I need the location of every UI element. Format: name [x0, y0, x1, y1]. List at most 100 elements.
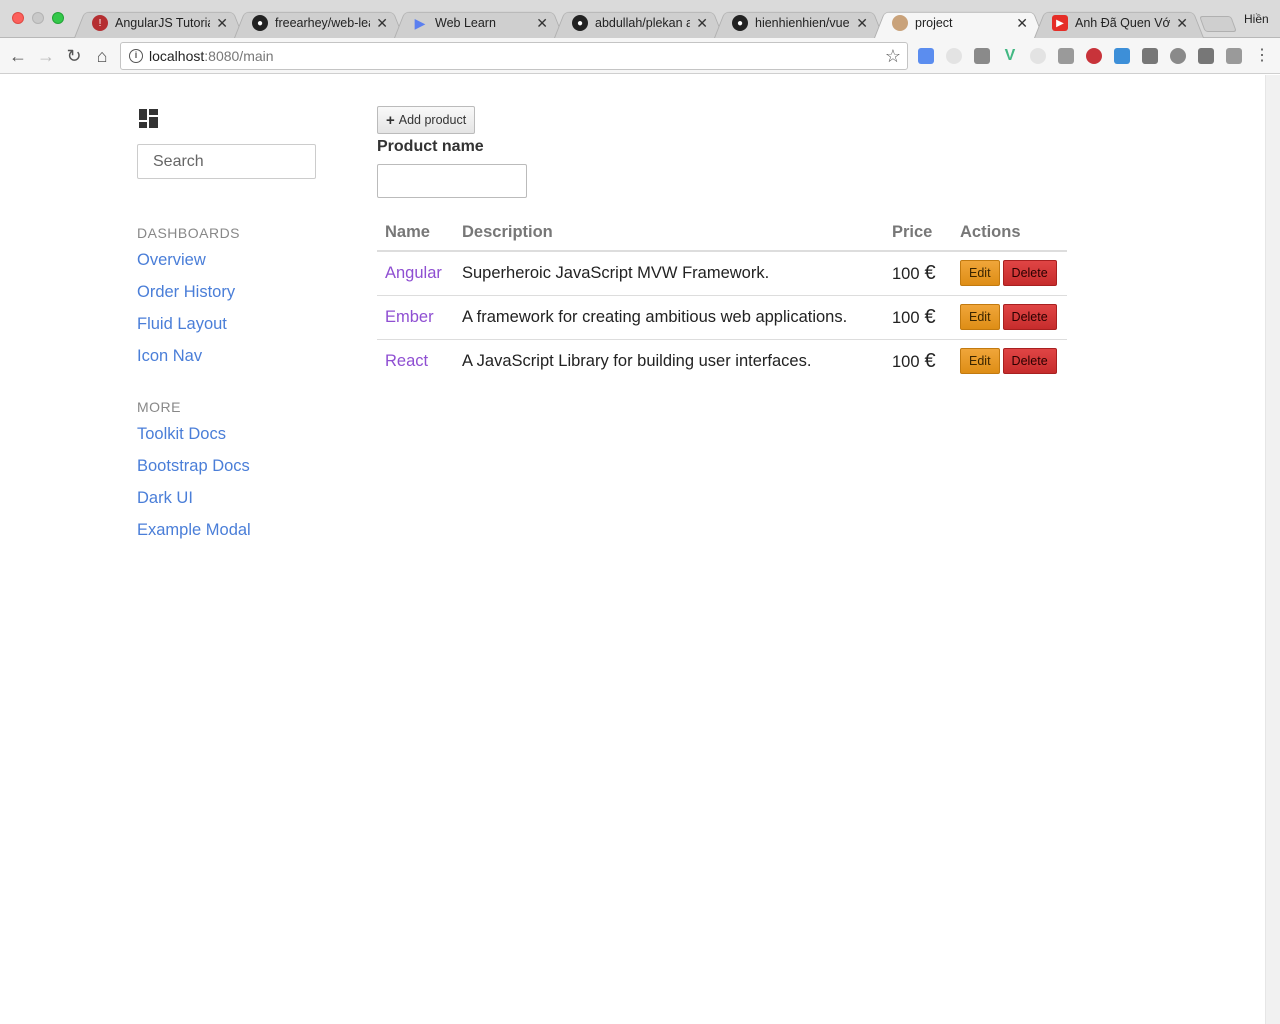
- react-devtools-icon[interactable]: [1030, 48, 1046, 64]
- product-actions: Edit Delete: [952, 339, 1067, 383]
- product-name-cell: Ember: [377, 295, 454, 340]
- bookmark-star-icon[interactable]: ☆: [885, 46, 901, 67]
- close-icon[interactable]: ✕: [216, 15, 228, 32]
- nav-link-dark-ui[interactable]: Dark UI: [137, 489, 193, 508]
- product-name-cell: Angular: [377, 251, 454, 296]
- extension-icon[interactable]: [974, 48, 990, 64]
- menu-icon[interactable]: ⋮: [1252, 46, 1272, 66]
- extension-icon[interactable]: [1142, 48, 1158, 64]
- browser-tab-bar: ! AngularJS Tutorial ✕ ● freearhey/web-l…: [0, 0, 1280, 38]
- window-minimize-button[interactable]: [32, 12, 44, 24]
- add-product-button[interactable]: + Add product: [377, 106, 476, 134]
- github-icon: ●: [252, 15, 268, 31]
- close-icon[interactable]: ✕: [1176, 15, 1188, 32]
- browser-toolbar: ← → ↻ ⌂ i localhost :8080/main ☆ V ⋮: [0, 38, 1280, 74]
- product-price-cell: 100 €: [884, 251, 952, 296]
- edit-button[interactable]: Edit: [960, 348, 1000, 375]
- translate-extension-icon[interactable]: [918, 48, 934, 64]
- tab-title: freearhey/web-lea: [275, 16, 371, 30]
- add-product-label: Add product: [398, 113, 467, 127]
- forward-icon[interactable]: →: [36, 46, 56, 66]
- browser-tab[interactable]: ● abdullah/plekan at ✕: [560, 8, 718, 38]
- delete-button[interactable]: Delete: [1002, 348, 1057, 375]
- nav-link-icon-nav[interactable]: Icon Nav: [137, 347, 202, 366]
- close-icon[interactable]: ✕: [856, 15, 868, 32]
- table-header-row: Name Description Price Actions: [377, 219, 1067, 252]
- extension-icon[interactable]: [1170, 48, 1186, 64]
- product-actions: Edit Delete: [952, 251, 1067, 296]
- delete-button[interactable]: Delete: [1002, 304, 1057, 330]
- edit-button[interactable]: Edit: [960, 304, 1000, 330]
- browser-tab[interactable]: ● hienhienhien/vue-c ✕: [720, 8, 878, 38]
- vue-devtools-icon[interactable]: V: [1002, 48, 1018, 64]
- table-row: React A JavaScript Library for building …: [377, 339, 1067, 383]
- nav-header-dashboards: DASHBOARDS: [137, 225, 241, 241]
- new-tab-button[interactable]: [1199, 16, 1237, 32]
- tab-title: project: [915, 16, 953, 30]
- extension-icon[interactable]: [1226, 48, 1242, 64]
- column-header-name: Name: [377, 219, 454, 252]
- angular-icon: !: [92, 15, 108, 31]
- github-icon: ●: [572, 15, 588, 31]
- table-row: Ember A framework for creating ambitious…: [377, 295, 1067, 340]
- delete-button[interactable]: Delete: [1002, 260, 1057, 287]
- product-description: A framework for creating ambitious web a…: [454, 295, 884, 340]
- tab-title: abdullah/plekan at: [595, 16, 691, 30]
- angular-extension-icon[interactable]: [1086, 48, 1102, 64]
- dashboard-logo-icon[interactable]: [139, 109, 158, 128]
- extension-icon[interactable]: [1198, 48, 1214, 64]
- products-table: Name Description Price Actions Angular S…: [377, 219, 1067, 383]
- close-icon[interactable]: ✕: [536, 15, 548, 32]
- extension-icon[interactable]: [1114, 48, 1130, 64]
- product-link[interactable]: Angular: [385, 264, 442, 282]
- product-actions: Edit Delete: [952, 295, 1067, 340]
- product-price-cell: 100 €: [884, 295, 952, 340]
- nav-link-toolkit-docs[interactable]: Toolkit Docs: [137, 425, 226, 444]
- address-bar[interactable]: i localhost :8080/main ☆: [120, 42, 908, 70]
- tab-title: Anh Đã Quen Với C: [1075, 16, 1171, 30]
- extension-icon[interactable]: [1058, 48, 1074, 64]
- extension-icon[interactable]: [946, 48, 962, 64]
- nav-link-fluid-layout[interactable]: Fluid Layout: [137, 315, 227, 334]
- close-icon[interactable]: ✕: [696, 15, 708, 32]
- column-header-actions: Actions: [952, 219, 1067, 252]
- browser-tab[interactable]: ▶ Web Learn ✕: [400, 8, 558, 38]
- browser-tab[interactable]: ● freearhey/web-lea ✕: [240, 8, 398, 38]
- nav-header-more: MORE: [137, 399, 181, 415]
- nav-link-example-modal[interactable]: Example Modal: [137, 521, 251, 540]
- page-scrollbar[interactable]: [1265, 75, 1280, 1024]
- back-icon[interactable]: ←: [8, 46, 28, 66]
- nav-link-bootstrap-docs[interactable]: Bootstrap Docs: [137, 457, 250, 476]
- product-price: 100: [892, 352, 920, 371]
- browser-tab[interactable]: ! AngularJS Tutorial ✕: [80, 8, 238, 38]
- window-maximize-button[interactable]: [52, 12, 64, 24]
- info-icon[interactable]: i: [129, 49, 143, 63]
- product-name-cell: React: [377, 339, 454, 383]
- plus-icon: +: [386, 111, 395, 129]
- product-link[interactable]: Ember: [385, 308, 434, 326]
- product-name-input[interactable]: [377, 164, 527, 198]
- url-host: localhost: [149, 48, 205, 64]
- profile-name[interactable]: Hiền: [1244, 12, 1269, 26]
- github-icon: ●: [732, 15, 748, 31]
- close-icon[interactable]: ✕: [1016, 15, 1028, 32]
- tab-title: hienhienhien/vue-c: [755, 16, 851, 30]
- tab-title: Web Learn: [435, 16, 496, 30]
- browser-tab[interactable]: ▶ Anh Đã Quen Với C ✕: [1040, 8, 1198, 38]
- browser-tab-active[interactable]: project ✕: [880, 8, 1038, 38]
- product-description: Superheroic JavaScript MVW Framework.: [454, 251, 884, 296]
- reload-icon[interactable]: ↻: [64, 46, 84, 66]
- nav-link-order-history[interactable]: Order History: [137, 283, 235, 302]
- nav-link-overview[interactable]: Overview: [137, 251, 206, 270]
- home-icon[interactable]: ⌂: [92, 46, 112, 66]
- edit-button[interactable]: Edit: [960, 260, 1000, 287]
- product-link[interactable]: React: [385, 352, 428, 370]
- product-name-label: Product name: [377, 138, 484, 155]
- play-icon: ▶: [414, 14, 426, 31]
- window-close-button[interactable]: [12, 12, 24, 24]
- close-icon[interactable]: ✕: [376, 15, 388, 32]
- search-input[interactable]: [137, 144, 316, 179]
- euro-icon: €: [924, 305, 936, 328]
- url-path: :8080/main: [204, 48, 274, 64]
- product-price-cell: 100 €: [884, 339, 952, 383]
